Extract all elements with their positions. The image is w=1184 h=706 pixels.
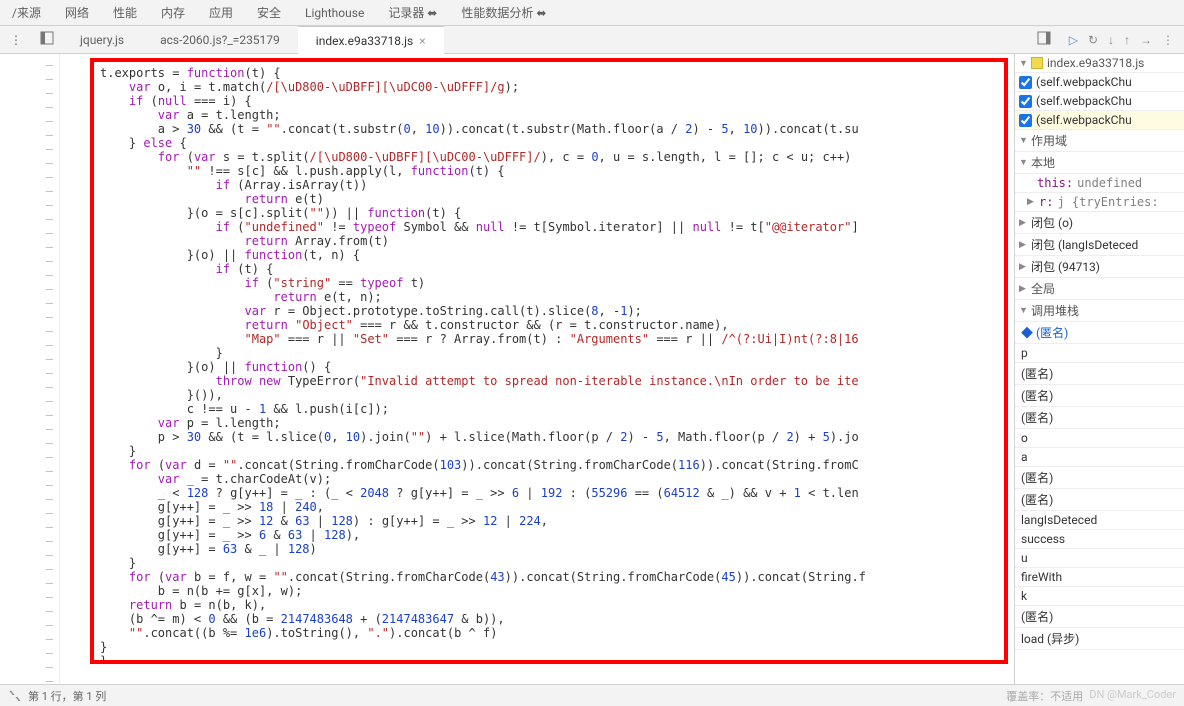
top-tab[interactable]: 记录器 ⬌ [376, 0, 449, 26]
line-gutter: ————————————————————————————————————————… [0, 54, 60, 684]
disclosure-icon[interactable]: ▶ [1019, 284, 1029, 294]
file-tab-bar: ⋮ jquery.js acs-2060.js?_=235179 index.e… [0, 26, 1184, 54]
top-tab[interactable]: 网络 [53, 0, 101, 26]
disclosure-icon[interactable]: ▼ [1019, 135, 1029, 146]
sidebar-toggle-icon[interactable] [32, 31, 62, 48]
highlight-box: t.exports = function(t) { var o, i = t.m… [90, 58, 1008, 664]
closure-row[interactable]: ▶闭包 (langIsDeteced [1015, 234, 1184, 256]
top-tab[interactable]: Lighthouse [293, 0, 376, 26]
webpack-chunk-row[interactable]: (self.webpackChu [1015, 111, 1184, 130]
file-tab[interactable]: jquery.js [62, 26, 142, 54]
callstack-frame[interactable]: o [1015, 429, 1184, 448]
top-tab[interactable]: 安全 [245, 0, 293, 26]
main-area: ————————————————————————————————————————… [0, 54, 1184, 684]
callstack-frame[interactable]: success [1015, 530, 1184, 549]
top-tab[interactable]: 性能数据分析 ⬌ [449, 0, 558, 26]
disclosure-icon[interactable]: ▶ [1019, 262, 1029, 272]
resume-icon[interactable]: ▷ [1069, 33, 1078, 47]
more-icon[interactable]: ⋮ [0, 33, 32, 47]
scope-header[interactable]: ▼作用域 [1015, 130, 1184, 152]
step-into-icon[interactable]: ↓ [1108, 33, 1114, 47]
callstack-frame[interactable]: k [1015, 587, 1184, 606]
source-code[interactable]: t.exports = function(t) { var o, i = t.m… [100, 66, 998, 664]
status-bar: 第 1 行，第 1 列 覆盖率：不适用 DN @Mark_Coder [0, 684, 1184, 706]
file-tab-active[interactable]: index.e9a33718.js× [298, 26, 444, 54]
checkbox[interactable] [1019, 114, 1032, 127]
coverage-status: 覆盖率：不适用 [1006, 688, 1083, 704]
callstack-header[interactable]: ▼调用堆栈 [1015, 300, 1184, 322]
step-out-icon[interactable]: ↑ [1124, 33, 1130, 47]
disclosure-icon[interactable]: ▼ [1019, 157, 1029, 168]
callstack-frame[interactable]: fireWith [1015, 568, 1184, 587]
top-tab[interactable]: 内存 [149, 0, 197, 26]
callstack-frame[interactable]: (匿名) [1015, 467, 1184, 489]
callstack-frame[interactable]: (匿名) [1015, 407, 1184, 429]
scope-variable[interactable]: this:undefined [1015, 174, 1184, 193]
closure-row[interactable]: ▶闭包 (94713) [1015, 256, 1184, 278]
step-over-icon[interactable]: ↻ [1088, 33, 1098, 47]
deactivate-breakpoints-icon[interactable]: ⋮ [1162, 33, 1174, 47]
top-tab[interactable]: 应用 [197, 0, 245, 26]
disclosure-icon[interactable]: ▼ [1019, 58, 1029, 69]
disclosure-icon[interactable]: ▶ [1027, 197, 1037, 207]
debugger-sidebar: ▼ index.e9a33718.js (self.webpackChu (se… [1014, 54, 1184, 684]
callstack-frame[interactable]: (匿名) [1015, 606, 1184, 628]
watermark: DN @Mark_Coder [1089, 688, 1176, 704]
local-scope-header[interactable]: ▼本地 [1015, 152, 1184, 174]
callstack-frame[interactable]: u [1015, 549, 1184, 568]
disclosure-icon[interactable]: ▶ [1019, 240, 1029, 250]
callstack-frame[interactable]: (匿名) [1015, 489, 1184, 511]
callstack-frame[interactable]: (匿名) [1015, 385, 1184, 407]
devtools-top-tabs: /来源 网络 性能 内存 应用 安全 Lighthouse 记录器 ⬌ 性能数据… [0, 0, 1184, 26]
right-panel-toggle-icon[interactable] [1029, 31, 1059, 48]
top-tab[interactable]: /来源 [0, 0, 53, 26]
top-tab[interactable]: 性能 [101, 0, 149, 26]
callstack-frame[interactable]: ◆ (匿名) [1015, 322, 1184, 344]
disclosure-icon[interactable]: ▶ [1019, 218, 1029, 228]
callstack-frame[interactable]: load (异步) [1015, 628, 1184, 650]
file-tab[interactable]: acs-2060.js?_=235179 [142, 26, 298, 54]
disclosure-icon[interactable]: ▼ [1019, 305, 1029, 316]
sidebar-file-header[interactable]: ▼ index.e9a33718.js [1015, 54, 1184, 73]
js-file-icon [1031, 57, 1043, 69]
callstack-frame[interactable]: langIsDeteced [1015, 511, 1184, 530]
step-icon[interactable]: → [1140, 33, 1152, 47]
callstack-frame[interactable]: p [1015, 344, 1184, 363]
debugger-controls: ▷ ↻ ↓ ↑ → ⋮ [1059, 33, 1184, 47]
webpack-chunk-row[interactable]: (self.webpackChu [1015, 92, 1184, 111]
checkbox[interactable] [1019, 95, 1032, 108]
scope-variable[interactable]: ▶r:j {tryEntries: [1015, 193, 1184, 212]
webpack-chunk-row[interactable]: (self.webpackChu [1015, 73, 1184, 92]
close-icon[interactable]: × [419, 34, 425, 48]
global-scope-header[interactable]: ▶全局 [1015, 278, 1184, 300]
callstack-frame[interactable]: a [1015, 448, 1184, 467]
closure-row[interactable]: ▶闭包 (o) [1015, 212, 1184, 234]
callstack-frame[interactable]: (匿名) [1015, 363, 1184, 385]
checkbox[interactable] [1019, 76, 1032, 89]
cursor-position: 第 1 行，第 1 列 [28, 688, 106, 704]
format-icon[interactable] [8, 689, 22, 702]
sidebar-file-title: index.e9a33718.js [1047, 56, 1144, 70]
code-viewport[interactable]: t.exports = function(t) { var o, i = t.m… [60, 54, 1014, 684]
